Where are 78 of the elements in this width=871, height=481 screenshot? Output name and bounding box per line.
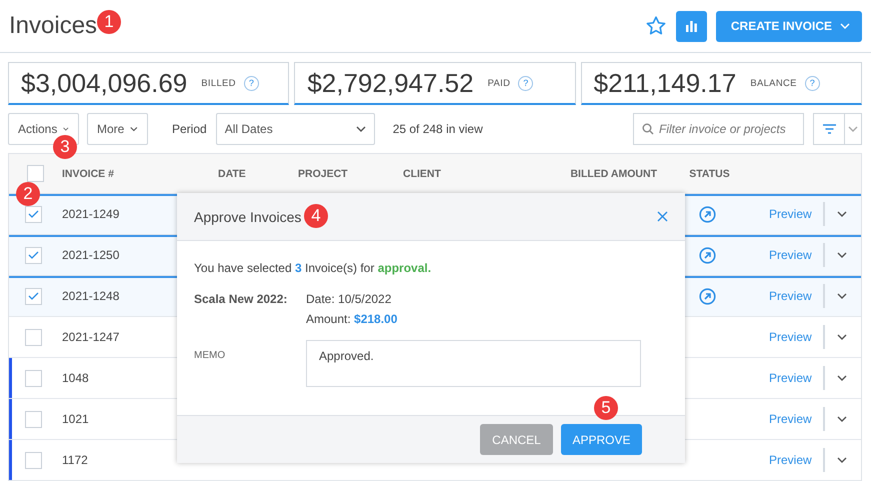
column-header: DATE xyxy=(217,168,247,180)
chart-button[interactable] xyxy=(676,10,707,42)
period-dropdown[interactable]: All Dates xyxy=(216,113,375,145)
help-icon[interactable]: ? xyxy=(518,76,534,90)
preview-link[interactable]: Preview xyxy=(769,371,819,385)
stat-amount: $211,149.17 xyxy=(594,68,736,98)
stat-label: BILLED xyxy=(201,78,236,88)
invoice-number: 1021 xyxy=(62,412,89,426)
help-icon[interactable]: ? xyxy=(804,76,820,90)
invoice-number: 2021-1248 xyxy=(62,289,120,303)
preview-link[interactable]: Preview xyxy=(769,248,819,262)
help-icon[interactable]: ? xyxy=(244,76,259,90)
preview-link[interactable]: Preview xyxy=(769,453,819,467)
chevron-down-icon xyxy=(837,334,847,340)
row-checkbox[interactable] xyxy=(24,246,42,264)
arrow-circle-icon[interactable] xyxy=(698,246,716,264)
chevron-down-icon xyxy=(840,23,850,29)
memo-field[interactable]: Approved. xyxy=(306,340,641,387)
stat-label: PAID xyxy=(488,78,510,88)
column-header: BILLED AMOUNT xyxy=(569,168,658,180)
filter-button[interactable] xyxy=(813,113,862,145)
page-title: Invoices xyxy=(9,12,98,40)
chevron-down-icon xyxy=(63,126,69,132)
preview-link[interactable]: Preview xyxy=(769,289,819,303)
stat-amount: $3,004,096.69 xyxy=(21,68,188,98)
row-checkbox[interactable] xyxy=(24,328,42,346)
chevron-down-icon xyxy=(837,211,847,217)
checkmark-icon xyxy=(28,251,38,259)
chevron-down-icon xyxy=(837,416,847,422)
chevron-down-icon xyxy=(837,375,847,381)
step-marker: 1 xyxy=(97,10,121,34)
preview-link[interactable]: Preview xyxy=(769,207,819,221)
invoice-number: 1172 xyxy=(62,453,88,467)
star-icon[interactable] xyxy=(644,15,667,37)
column-header: PROJECT xyxy=(297,168,349,180)
invoice-number: 1048 xyxy=(62,371,89,385)
stat-label: BALANCE xyxy=(750,78,797,88)
memo-label: MEMO xyxy=(194,349,226,363)
search-field[interactable]: Filter invoice or projects xyxy=(633,113,804,145)
column-header: CLIENT xyxy=(402,168,442,180)
column-header: STATUS xyxy=(688,168,731,180)
create-invoice-button[interactable]: CREATE INVOICE xyxy=(716,10,862,42)
chevron-down-icon xyxy=(130,126,138,132)
filter-icon xyxy=(822,124,836,134)
project-name: Scala New 2022: xyxy=(194,292,288,306)
chevron-down-icon xyxy=(837,457,847,463)
chevron-down-icon xyxy=(848,126,858,132)
preview-link[interactable]: Preview xyxy=(769,330,819,344)
preview-link[interactable]: Preview xyxy=(769,412,819,426)
chevron-down-icon xyxy=(837,293,847,299)
invoice-date: Date: 10/5/2022 xyxy=(306,292,392,306)
row-checkbox[interactable] xyxy=(24,206,42,222)
bar-chart-icon xyxy=(684,20,698,32)
row-checkbox[interactable] xyxy=(24,288,42,304)
approve-button[interactable]: APPROVE xyxy=(561,424,642,455)
chevron-down-icon xyxy=(356,126,366,132)
arrow-circle-icon[interactable] xyxy=(698,288,716,304)
invoice-number: 2021-1250 xyxy=(62,248,120,262)
arrow-circle-icon[interactable] xyxy=(698,206,716,222)
period-label: Period xyxy=(172,122,207,136)
cancel-button[interactable]: CANCEL xyxy=(480,424,553,455)
row-checkbox[interactable] xyxy=(24,452,42,468)
view-count: 25 of 248 in view xyxy=(392,122,483,136)
dialog-title: Approve Invoices xyxy=(194,208,302,224)
stat-amount: $2,792,947.52 xyxy=(307,68,474,98)
chevron-down-icon xyxy=(837,252,847,258)
invoice-number: 2021-1249 xyxy=(62,207,120,221)
row-checkbox[interactable] xyxy=(24,370,42,386)
checkmark-icon xyxy=(28,210,38,218)
close-icon[interactable] xyxy=(657,211,668,222)
invoice-amount: Amount: $218.00 xyxy=(306,312,398,326)
row-checkbox[interactable] xyxy=(24,410,42,428)
more-button[interactable]: More xyxy=(87,113,148,145)
select-all-checkbox[interactable] xyxy=(27,165,44,182)
selection-message: You have selected 3 Invoice(s) for approval. xyxy=(194,261,432,275)
invoice-number: 2021-1247 xyxy=(62,330,120,344)
checkmark-icon xyxy=(28,292,38,300)
column-header: INVOICE # xyxy=(61,168,115,180)
